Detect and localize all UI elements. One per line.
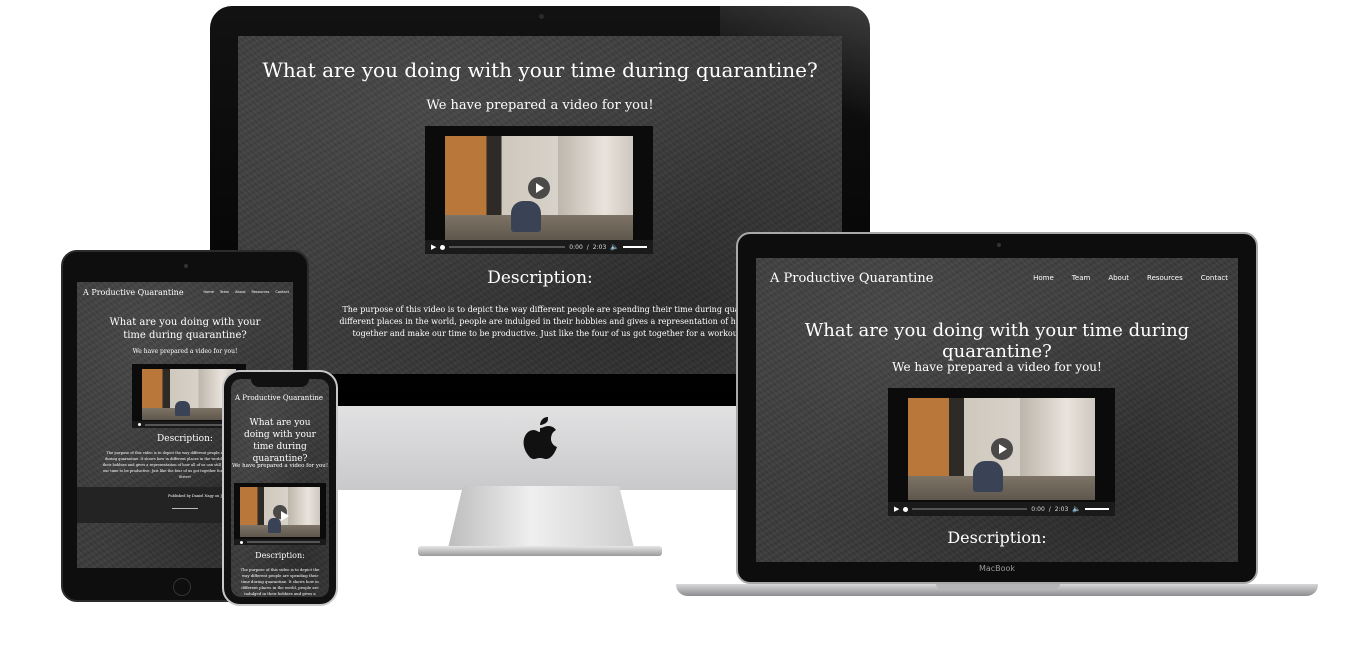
macbook-notch xyxy=(936,584,1060,589)
volume-slider[interactable] xyxy=(1085,508,1109,510)
description-heading: Description: xyxy=(255,551,305,560)
seek-bar[interactable] xyxy=(449,246,566,248)
description-heading: Description: xyxy=(947,528,1047,547)
nav-about[interactable]: About xyxy=(1108,274,1129,282)
navbar: A Productive Quarantine xyxy=(231,391,329,405)
play-icon[interactable] xyxy=(990,438,1013,460)
video-controls[interactable]: ▶ 0:00 / 2:03 🔈 xyxy=(425,240,653,254)
time-total: 2:03 xyxy=(1054,505,1069,513)
iphone-device: A Productive Quarantine What are you doi… xyxy=(222,370,338,606)
imac-base xyxy=(418,546,662,556)
brand-logo[interactable]: A Productive Quarantine xyxy=(83,288,184,297)
seek-handle[interactable] xyxy=(903,506,909,512)
nav-team[interactable]: Team xyxy=(1072,274,1091,282)
play-button[interactable]: ▶ xyxy=(894,505,899,513)
page-subtitle: We have prepared a video for you! xyxy=(132,348,238,355)
home-button[interactable] xyxy=(173,578,191,596)
camera-icon xyxy=(539,14,544,19)
nav-about[interactable]: About xyxy=(235,290,245,294)
video-player[interactable] xyxy=(234,483,326,545)
page-subtitle: We have prepared a video for you! xyxy=(426,98,654,113)
play-button[interactable]: ▶ xyxy=(431,243,436,251)
macbook-label: MacBook xyxy=(978,564,1016,573)
time-current: 0:00 xyxy=(569,243,583,251)
camera-icon xyxy=(184,264,188,268)
iphone-notch xyxy=(251,377,309,387)
footer-divider xyxy=(172,508,198,509)
macbook-screen: A Productive Quarantine Home Team About … xyxy=(756,258,1238,562)
video-controls[interactable]: ▶ 0:00 / 2:03 🔈 xyxy=(888,502,1115,516)
camera-icon xyxy=(997,243,1001,247)
imac-stand xyxy=(448,486,634,548)
seek-handle[interactable] xyxy=(240,540,243,544)
time-separator: / xyxy=(586,243,589,251)
volume-icon[interactable]: 🔈 xyxy=(1072,505,1081,513)
seek-bar[interactable] xyxy=(247,541,320,543)
nav-resources[interactable]: Resources xyxy=(252,290,270,294)
time-total: 2:03 xyxy=(592,243,607,251)
apple-logo-icon xyxy=(523,417,557,459)
brand-logo[interactable]: A Productive Quarantine xyxy=(235,394,323,402)
page-title: What are you doing with your time during… xyxy=(804,320,1190,362)
play-icon[interactable] xyxy=(528,177,550,199)
volume-slider[interactable] xyxy=(623,246,647,248)
video-player[interactable]: ▶ 0:00 / 2:03 🔈 xyxy=(425,126,653,254)
nav-contact[interactable]: Contact xyxy=(275,290,289,294)
iphone-screen: A Productive Quarantine What are you doi… xyxy=(231,379,329,597)
brand-logo[interactable]: A Productive Quarantine xyxy=(770,271,933,286)
navbar: A Productive Quarantine Home Team About … xyxy=(756,258,1238,298)
page-subtitle: We have prepared a video for you! xyxy=(231,463,329,469)
seek-handle[interactable] xyxy=(440,244,446,250)
video-player[interactable]: ▶ 0:00 / 2:03 🔈 xyxy=(888,388,1115,516)
navbar: A Productive Quarantine Home Team About … xyxy=(77,282,293,302)
time-separator: / xyxy=(1048,505,1051,513)
page-subtitle: We have prepared a video for you! xyxy=(892,360,1102,374)
page-title: What are you doing with your time during… xyxy=(262,58,818,82)
seek-bar[interactable] xyxy=(912,508,1028,510)
volume-icon[interactable]: 🔈 xyxy=(610,243,619,251)
video-controls[interactable] xyxy=(234,539,326,545)
time-current: 0:00 xyxy=(1031,505,1045,513)
nav-contact[interactable]: Contact xyxy=(1201,274,1228,282)
nav-home[interactable]: Home xyxy=(204,290,214,294)
page-title: What are you doing with your time during… xyxy=(109,317,261,341)
description-text: The purpose of this video is to depict t… xyxy=(240,567,320,596)
nav-resources[interactable]: Resources xyxy=(1147,274,1183,282)
nav-team[interactable]: Team xyxy=(220,290,229,294)
page-title: What are you doing with your time during… xyxy=(244,418,316,464)
nav-home[interactable]: Home xyxy=(1033,274,1054,282)
seek-handle[interactable] xyxy=(138,423,141,426)
play-icon[interactable] xyxy=(273,505,289,521)
macbook-display: A Productive Quarantine Home Team About … xyxy=(736,232,1258,584)
